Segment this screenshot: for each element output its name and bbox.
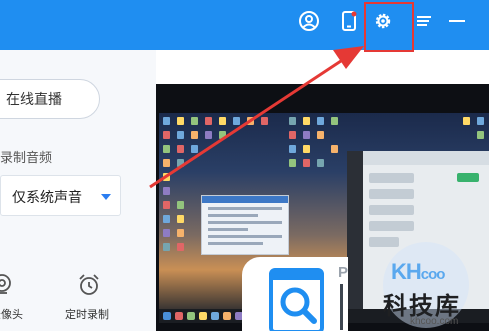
live-stream-button[interactable]: 在线直播 xyxy=(0,79,100,119)
app-logo-block xyxy=(242,257,348,331)
phone-icon[interactable] xyxy=(338,10,360,32)
watermark-brand-big: KH xyxy=(391,259,422,284)
audio-select[interactable]: 仅系统声音 xyxy=(0,175,121,216)
logo-divider xyxy=(340,284,343,330)
watermark-url: khcoo.com xyxy=(410,316,459,327)
chevron-down-icon xyxy=(101,194,111,200)
audio-select-value: 仅系统声音 xyxy=(12,189,82,205)
user-icon[interactable] xyxy=(298,10,320,32)
audio-label: 录制音频 xyxy=(0,150,53,165)
timer-tool-label: 定时录制 xyxy=(65,309,109,321)
desktop-window-dialog xyxy=(201,195,289,255)
app-logo-icon xyxy=(269,268,324,331)
settings-highlight-box xyxy=(364,2,414,52)
minimize-icon[interactable] xyxy=(446,10,468,32)
menu-icon[interactable] xyxy=(413,10,435,32)
camera-icon[interactable] xyxy=(0,273,14,297)
watermark-brand-small: coo xyxy=(420,266,446,283)
logo-letter: P xyxy=(338,264,349,281)
watermark-brand: KHcoo xyxy=(391,259,446,285)
camera-tool-label: 录像头 xyxy=(0,309,23,321)
alarm-clock-icon[interactable] xyxy=(77,273,101,297)
